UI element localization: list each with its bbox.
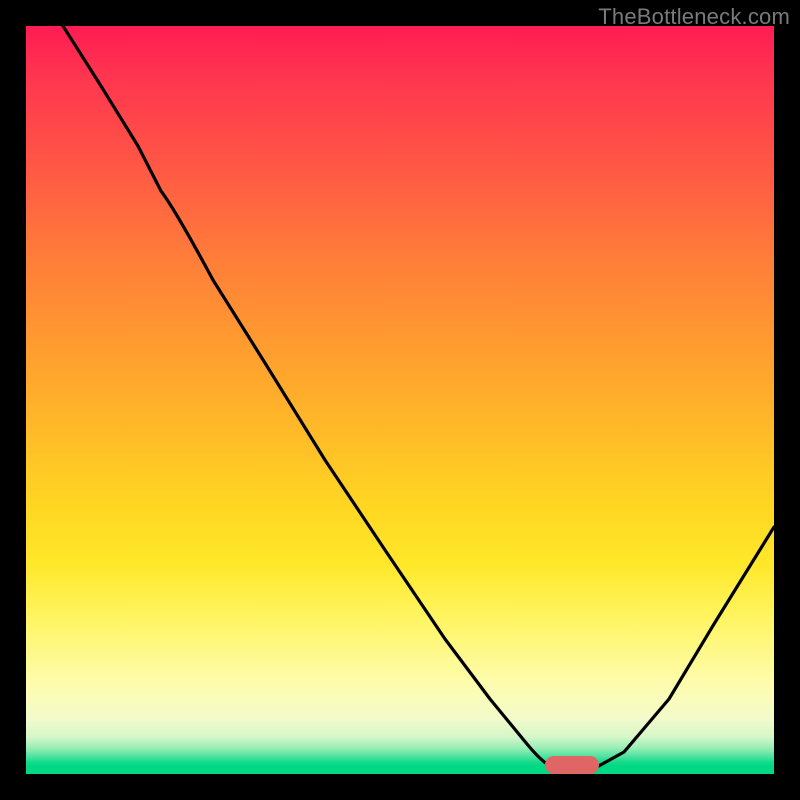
plot-area bbox=[26, 26, 774, 774]
bottleneck-curve bbox=[63, 26, 774, 771]
chart-frame: TheBottleneck.com bbox=[0, 0, 800, 800]
curve-layer bbox=[26, 26, 774, 774]
watermark-text: TheBottleneck.com bbox=[598, 4, 790, 30]
optimal-marker bbox=[545, 756, 599, 774]
